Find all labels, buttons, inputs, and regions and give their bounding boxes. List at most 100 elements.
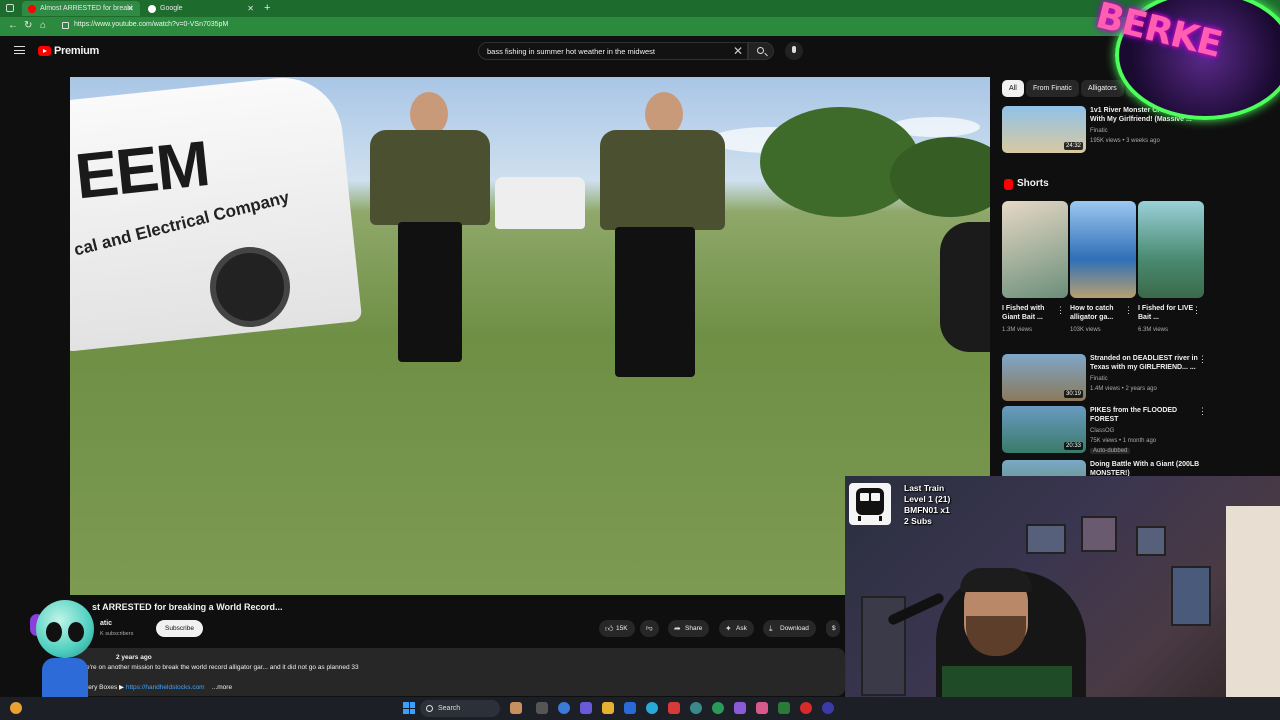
recommended-video[interactable]: Doing Battle With a Giant (200LB MONSTER… [1002,460,1207,476]
subscribe-button[interactable]: Subscribe [156,620,203,637]
share-label: Share [685,625,703,632]
close-tab-icon[interactable]: ✕ [127,1,134,16]
url-field[interactable]: https://www.youtube.com/watch?v=0-VSn703… [74,21,228,28]
channel-name[interactable]: Finatic [1090,128,1108,134]
short-thumbnail[interactable] [1002,201,1068,298]
more-options-icon[interactable]: ⋮ [1124,305,1133,316]
video-meta: 1.4M views • 2 years ago [1090,386,1157,392]
description-link[interactable]: https://handheldstocks.com [126,684,205,691]
short-views: 1.3M views [1002,327,1033,333]
show-more-link[interactable]: ...more [212,684,232,691]
short-views: 103K views [1070,327,1101,333]
video-title[interactable]: PIKES from the FLOODED FOREST [1090,406,1202,424]
description-text: We're on another mission to break the wo… [80,664,359,671]
train-line-2: Level 1 (21) [904,494,951,504]
ask-button[interactable]: ✦ Ask [719,620,754,637]
thumbs-up-icon: 👍︎ [605,624,614,633]
like-button[interactable]: 👍︎ 15K [599,620,635,637]
train-line-3: BMFN01 x1 [904,505,950,515]
taskbar-search[interactable]: Search [420,700,500,717]
tab-youtube-video[interactable]: Almost ARRESTED for breaki ✕ [22,1,140,16]
share-button[interactable]: ➦ Share [668,620,710,637]
chrome-icon[interactable] [558,702,570,714]
home-icon[interactable]: ⌂ [40,20,46,32]
officer-right [575,92,735,382]
task-view-icon[interactable] [536,702,548,714]
youtube-logo-icon[interactable] [38,46,51,56]
download-button[interactable]: ⤓ Download [763,620,816,637]
short-thumbnail[interactable] [1070,201,1136,298]
video-thumbnail[interactable]: 30:19 [1002,354,1086,401]
download-label: Download [780,625,809,632]
search-button[interactable] [748,42,774,60]
app-icon[interactable] [580,702,592,714]
channel-name[interactable]: ClassOG [1090,428,1114,434]
more-options-icon[interactable]: ⋮ [1198,407,1207,416]
chip-from-finatic[interactable]: From Finatic [1026,80,1079,97]
short-title[interactable]: I Fished with Giant Bait ... [1002,304,1060,322]
app-icon[interactable] [778,702,790,714]
ask-label: Ask [736,625,747,632]
video-meta: 195K views • 3 weeks ago [1090,138,1160,144]
alien-eye [68,622,84,642]
video-thumbnail[interactable]: 24:32 [1002,106,1086,153]
clear-search-icon[interactable]: ✕ [733,44,743,58]
chip-alligators[interactable]: Alligators [1081,80,1124,97]
video-thumbnail[interactable]: 20:33 [1002,406,1086,453]
streamer-hat [960,568,1032,592]
brand-label[interactable]: Premium [54,45,99,57]
train-line-4: 2 Subs [904,516,932,526]
download-icon: ⤓ [769,624,773,633]
app-icon[interactable] [510,702,522,714]
alien-head [36,600,94,658]
discord-icon[interactable] [734,702,746,714]
description-box[interactable]: 2 years ago We're on another mission to … [70,648,845,696]
new-tab-button[interactable]: + [264,0,270,16]
thanks-icon: $ [832,625,836,632]
app-icon[interactable] [712,702,724,714]
edge-icon[interactable] [646,702,658,714]
start-icon[interactable] [403,702,415,714]
duration-badge: 24:32 [1063,142,1083,150]
app-icon[interactable] [690,702,702,714]
more-options-icon[interactable]: ⋮ [1198,355,1207,364]
more-options-icon[interactable]: ⋮ [1056,305,1065,316]
duration-badge: 20:33 [1063,442,1083,450]
app-icon[interactable] [822,702,834,714]
video-title[interactable]: Doing Battle With a Giant (200LB MONSTER… [1090,460,1202,476]
channel-name[interactable]: Finatic [1090,376,1108,382]
short-thumbnail[interactable] [1138,201,1204,298]
voice-search-icon[interactable] [785,42,803,60]
tab-label: Google [160,5,183,12]
chip-all[interactable]: All [1002,80,1024,97]
close-tab-icon[interactable]: ✕ [247,1,254,16]
utility-van: EEM cal and Electrical Company [70,77,363,352]
screen: Almost ARRESTED for breaki ✕ Google ✕ + … [0,0,1280,720]
obs-icon[interactable] [800,702,812,714]
back-icon[interactable]: ← [8,20,18,32]
weather-icon[interactable] [10,702,22,714]
app-icon[interactable] [668,702,680,714]
dislike-button[interactable]: 👎︎ [640,620,659,637]
video-title[interactable]: Stranded on DEADLIEST river in Texas wit… [1090,354,1202,372]
tab-google[interactable]: Google ✕ [142,1,260,16]
upload-date: 2 years ago [116,654,152,661]
short-title[interactable]: I Fished for LIVE Bait ... [1138,304,1196,322]
sparkle-icon: ✦ [725,624,732,633]
window-menu-icon[interactable] [6,4,14,12]
menu-icon[interactable] [14,46,25,54]
app-icon[interactable] [756,702,768,714]
recommended-video[interactable]: 30:19 Stranded on DEADLIEST river in Tex… [1002,354,1207,402]
thanks-button[interactable]: $ [826,620,840,637]
site-info-icon[interactable] [62,22,69,29]
address-bar-row: ← ↻ ⌂ https://www.youtube.com/watch?v=0-… [0,17,1280,36]
more-options-icon[interactable]: ⋮ [1192,305,1201,316]
recommended-video[interactable]: 20:33 PIKES from the FLOODED FOREST Clas… [1002,406,1207,454]
video-meta: 75K views • 1 month ago [1090,438,1157,444]
reload-icon[interactable]: ↻ [24,20,32,32]
mail-icon[interactable] [624,702,636,714]
file-explorer-icon[interactable] [602,702,614,714]
search-input[interactable]: bass fishing in summer hot weather in th… [478,42,748,60]
video-thumbnail[interactable] [1002,460,1086,476]
short-title[interactable]: How to catch alligator ga... [1070,304,1128,322]
